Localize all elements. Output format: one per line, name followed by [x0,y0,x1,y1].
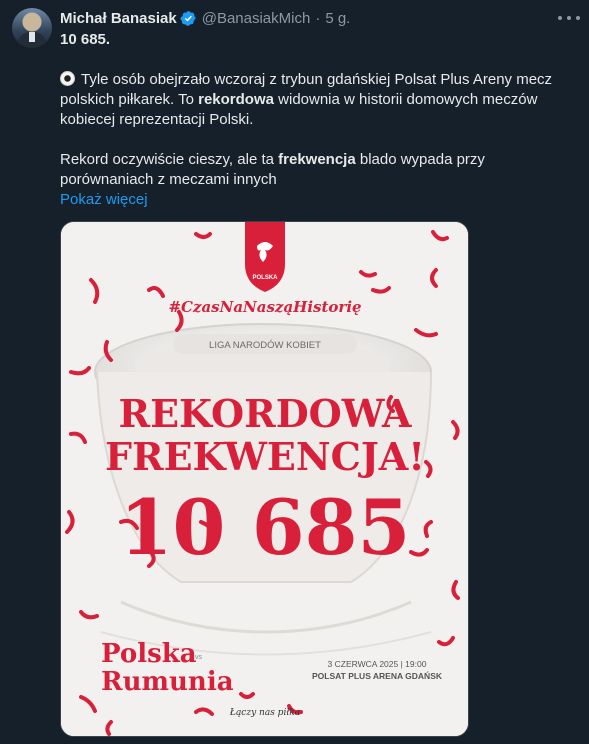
team-home: Polska [101,639,197,669]
tweet-line-5: Rekord oczywiście cieszy, ale ta frekwen… [60,151,485,168]
tweet-line-1: 10 685. [60,31,111,48]
team-away: Rumunia [101,667,234,697]
author-handle[interactable]: @BanasiakMich [202,10,311,27]
tweet-media-image[interactable]: POLSKA #CzasNaNasząHistorię LIGA NARODÓW… [60,221,469,737]
avatar-shirt [29,32,35,42]
show-more-link[interactable]: Pokaż więcej [60,190,560,210]
crest-label: POLSKA [252,275,278,281]
headline-attendance: FREKWENCJA! [105,434,425,479]
attendance-number: 10 685 [120,483,411,572]
headline-record: REKORDOWA [118,391,412,436]
separator: · [315,9,321,27]
author-name[interactable]: Michał Banasiak [60,10,177,27]
match-date: 3 CZERWCA 2025 | 19:00 [328,659,427,669]
more-options-icon[interactable] [558,10,580,26]
polska-crest-icon [245,222,285,292]
tweet: Michał Banasiak @BanasiakMich · 5 g. 10 … [0,0,589,744]
soccer-ball-icon [60,71,75,86]
timestamp[interactable]: 5 g. [325,10,350,27]
tweet-text: 10 685. Tyle osób obejrzało wczoraj z tr… [60,30,560,210]
slogan: Łączy nas piłka [229,708,300,718]
tweet-line-2: Tyle osób obejrzało wczoraj z trybun gda… [60,70,560,90]
avatar[interactable] [12,8,52,48]
tweet-header: Michał Banasiak @BanasiakMich · 5 g. [60,8,350,28]
hashtag: #CzasNaNasząHistorię [168,298,361,316]
versus-label: vs [195,654,203,661]
match-venue: POLSAT PLUS ARENA GDAŃSK [312,671,443,681]
tweet-line-4: kobiecej reprezentacji Polski. [60,111,254,128]
verified-badge-icon [180,10,196,26]
graphic-svg: POLSKA #CzasNaNasząHistorię LIGA NARODÓW… [61,222,468,736]
tweet-line-6: porównaniach z meczami innych [60,171,277,188]
tweet-line-3: polskich piłkarek. To rekordowa widownia… [60,91,538,108]
competition-badge: LIGA NARODÓW KOBIET [209,340,321,351]
